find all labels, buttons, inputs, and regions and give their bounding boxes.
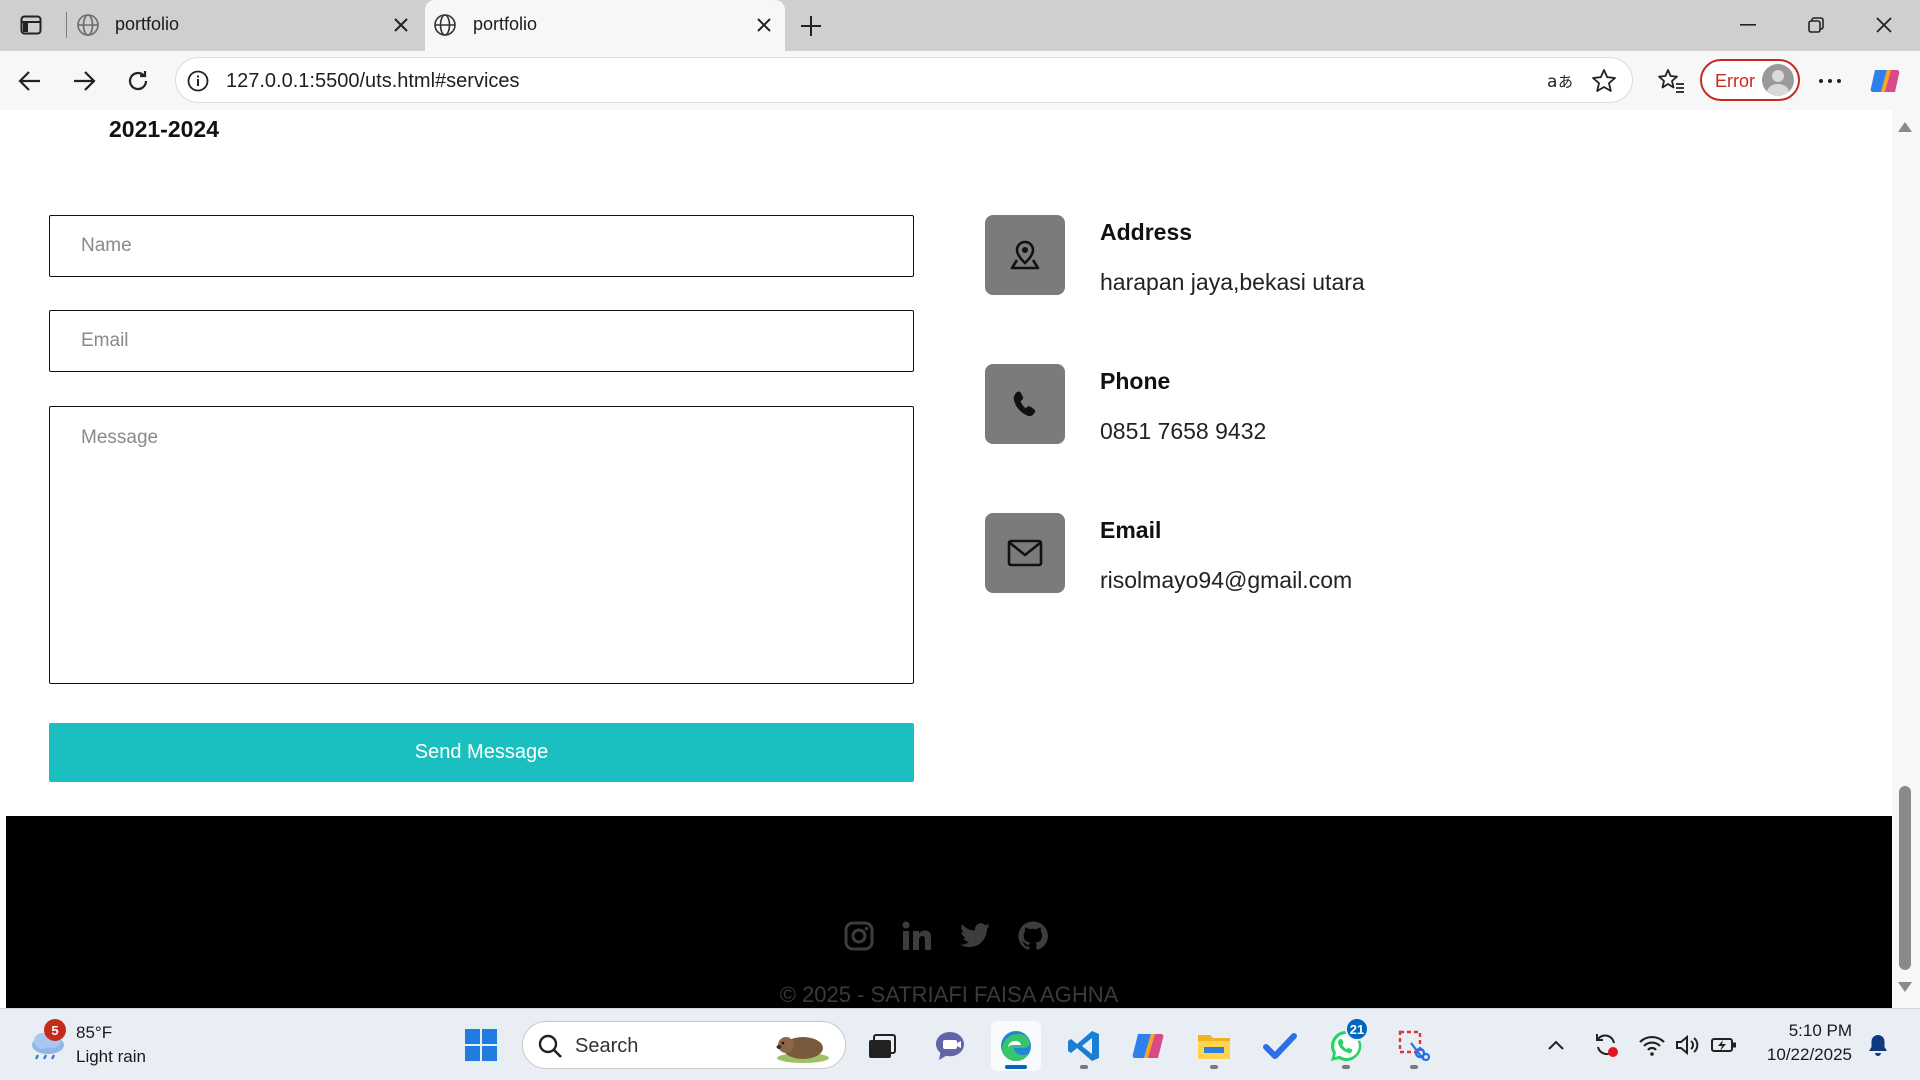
portfolio-page: 2021-2024 Send Message Address harapan j…	[6, 110, 1892, 1008]
active-app-indicator	[1005, 1065, 1027, 1069]
weather-widget[interactable]: 5 85°F Light rain	[26, 1019, 166, 1071]
running-app-indicator	[1080, 1065, 1088, 1069]
address-bar[interactable]: 127.0.0.1:5500/uts.html#services aあ	[175, 57, 1633, 103]
vscode-icon[interactable]	[1059, 1021, 1109, 1071]
tab-divider	[66, 12, 67, 38]
contact-email: Email risolmayo94@gmail.com	[985, 513, 1685, 603]
contact-title: Phone	[1100, 368, 1171, 394]
close-window-icon[interactable]	[1864, 8, 1904, 42]
site-info-icon[interactable]	[186, 69, 210, 93]
message-textarea[interactable]	[49, 406, 914, 684]
contact-title: Email	[1100, 517, 1162, 543]
clock-time: 5:10 PM	[1788, 1021, 1852, 1040]
volume-icon[interactable]	[1674, 1031, 1702, 1059]
instagram-icon[interactable]	[841, 918, 877, 954]
battery-charging-icon[interactable]	[1710, 1031, 1738, 1059]
todo-checkmark-icon[interactable]	[1255, 1021, 1305, 1071]
search-highlight-wombat-icon	[769, 1028, 833, 1064]
education-year: 2021-2024	[109, 116, 219, 142]
tab-title: portfolio	[473, 14, 538, 34]
running-app-indicator	[1410, 1065, 1418, 1069]
profile-error-button[interactable]: Error	[1700, 59, 1800, 101]
back-arrow-icon[interactable]	[11, 62, 49, 100]
tab-title: portfolio	[115, 14, 180, 34]
running-app-indicator	[1342, 1065, 1350, 1069]
contact-title: Address	[1100, 219, 1193, 245]
contact-value: risolmayo94@gmail.com	[1100, 567, 1353, 593]
file-explorer-icon[interactable]	[1189, 1021, 1239, 1071]
tab-actions-menu-icon[interactable]	[14, 10, 48, 40]
page-viewport: 2021-2024 Send Message Address harapan j…	[0, 110, 1920, 1008]
send-message-button[interactable]: Send Message	[49, 723, 914, 782]
twitter-icon[interactable]	[957, 918, 993, 954]
whatsapp-notification-badge: 21	[1345, 1017, 1369, 1041]
browser-tab-strip: portfolio portfolio	[0, 0, 1920, 51]
browser-toolbar: 127.0.0.1:5500/uts.html#services aあ Erro…	[0, 51, 1920, 110]
minimize-icon[interactable]	[1728, 8, 1768, 42]
globe-icon	[433, 13, 457, 37]
translate-icon[interactable]: aあ	[1546, 68, 1574, 94]
tab-portfolio-active[interactable]: portfolio	[425, 0, 785, 51]
page-scrollbar[interactable]	[1892, 110, 1920, 1008]
svg-text:あ: あ	[1558, 73, 1573, 91]
contact-address: Address harapan jaya,bekasi utara	[985, 215, 1685, 305]
phone-icon	[985, 364, 1065, 444]
map-pin-icon	[985, 215, 1065, 295]
tab-portfolio-inactive[interactable]: portfolio	[70, 0, 422, 51]
weather-condition: Light rain	[76, 1047, 146, 1066]
sync-alert-icon[interactable]	[1592, 1031, 1620, 1059]
social-links	[841, 918, 1071, 954]
weather-alert-badge: 5	[44, 1019, 66, 1041]
search-icon	[537, 1033, 563, 1059]
copyright-text: © 2025 - SATRIAFI FAISA AGHNA	[779, 982, 1119, 1007]
more-options-icon[interactable]	[1813, 64, 1847, 98]
site-footer: © 2025 - SATRIAFI FAISA AGHNA	[6, 816, 1892, 1008]
github-icon[interactable]	[1015, 918, 1051, 954]
contact-phone: Phone 0851 7658 9432	[985, 364, 1685, 454]
task-view-icon[interactable]	[857, 1021, 907, 1071]
favorite-star-icon[interactable]	[1590, 68, 1618, 94]
new-tab-plus-icon[interactable]	[795, 10, 827, 42]
scroll-up-arrow-icon[interactable]	[1898, 122, 1912, 132]
wifi-icon[interactable]	[1638, 1031, 1666, 1059]
snipping-tool-icon[interactable]	[1389, 1021, 1439, 1071]
weather-temperature: 85°F	[76, 1023, 113, 1042]
windows-taskbar: 5 85°F Light rain Search 21 5:10 PM 10/2…	[0, 1008, 1920, 1080]
system-clock[interactable]: 5:10 PM 10/22/2025	[1752, 1021, 1852, 1065]
close-tab-icon[interactable]	[388, 12, 414, 38]
clock-date: 10/22/2025	[1766, 1045, 1852, 1064]
profile-status-text: Error	[1715, 71, 1755, 91]
taskbar-search-box[interactable]: Search	[522, 1021, 846, 1069]
show-hidden-icons-chevron-up-icon[interactable]	[1542, 1031, 1570, 1059]
whatsapp-icon[interactable]: 21	[1321, 1017, 1371, 1071]
name-input[interactable]	[49, 215, 914, 277]
copilot-app-icon[interactable]	[1123, 1021, 1173, 1071]
svg-text:a: a	[1547, 72, 1557, 92]
refresh-icon[interactable]	[119, 62, 157, 100]
scrollbar-thumb[interactable]	[1899, 786, 1911, 970]
address-url[interactable]: 127.0.0.1:5500/uts.html#services	[226, 70, 520, 93]
teams-chat-icon[interactable]	[925, 1021, 975, 1071]
globe-icon	[76, 13, 100, 37]
restore-icon[interactable]	[1796, 8, 1836, 42]
close-tab-icon[interactable]	[751, 12, 777, 38]
start-windows-icon[interactable]	[461, 1025, 501, 1065]
envelope-icon	[985, 513, 1065, 593]
forward-arrow-icon[interactable]	[65, 62, 103, 100]
avatar	[1762, 64, 1794, 96]
contact-value: harapan jaya,bekasi utara	[1100, 269, 1365, 295]
linkedin-icon[interactable]	[899, 918, 935, 954]
copilot-icon[interactable]	[1868, 64, 1902, 98]
search-label: Search	[575, 1035, 639, 1057]
email-input[interactable]	[49, 310, 914, 372]
contact-value: 0851 7658 9432	[1100, 418, 1267, 444]
running-app-indicator	[1210, 1065, 1218, 1069]
edge-browser-icon[interactable]	[991, 1021, 1041, 1071]
notification-bell-icon[interactable]	[1864, 1031, 1892, 1059]
scroll-down-arrow-icon[interactable]	[1898, 982, 1912, 992]
favorites-list-icon[interactable]	[1654, 64, 1688, 98]
